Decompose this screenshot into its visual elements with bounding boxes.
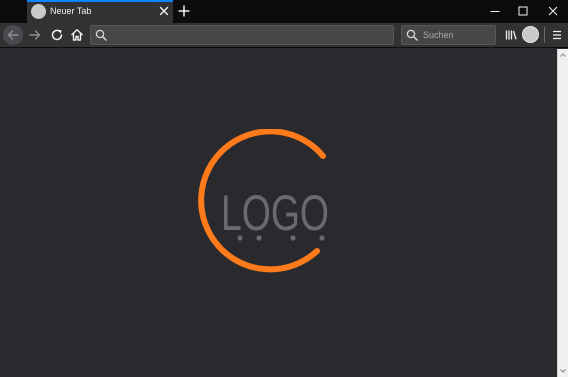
page-content: LOGO <box>0 49 557 377</box>
url-bar[interactable] <box>90 25 394 45</box>
close-icon[interactable] <box>156 3 172 19</box>
title-bar: Neuer Tab <box>0 0 568 23</box>
forward-arrow-icon[interactable] <box>25 25 45 45</box>
toolbar-separator <box>544 27 545 43</box>
tab-active-indicator <box>27 0 173 2</box>
scroll-up-icon[interactable] <box>558 50 568 60</box>
home-icon[interactable] <box>67 25 87 45</box>
scroll-down-icon[interactable] <box>558 366 568 376</box>
maximize-icon[interactable] <box>512 2 534 20</box>
logo-dot <box>256 235 262 241</box>
search-bar[interactable]: Suchen <box>401 25 496 45</box>
tab-favicon-icon <box>31 4 46 19</box>
tab-title: Neuer Tab <box>50 6 92 16</box>
back-arrow-icon[interactable] <box>3 25 23 45</box>
logo: LOGO <box>198 129 329 273</box>
hamburger-menu-icon[interactable] <box>547 25 567 45</box>
search-icon <box>95 29 107 41</box>
window-close-icon[interactable] <box>542 2 564 20</box>
navigation-toolbar: Suchen <box>0 23 568 48</box>
logo-text: LOGO <box>221 185 329 241</box>
logo-dot <box>237 235 243 241</box>
minimize-icon[interactable] <box>484 2 506 20</box>
library-icon[interactable] <box>501 25 521 45</box>
search-icon <box>406 29 418 41</box>
account-icon[interactable] <box>522 26 539 43</box>
vertical-scrollbar[interactable] <box>557 49 568 377</box>
logo-dot <box>290 235 296 241</box>
search-bar-placeholder: Suchen <box>423 30 454 40</box>
logo-dot <box>319 235 325 241</box>
tab-active[interactable]: Neuer Tab <box>27 0 173 23</box>
plus-icon[interactable] <box>176 3 192 19</box>
reload-icon[interactable] <box>47 25 67 45</box>
